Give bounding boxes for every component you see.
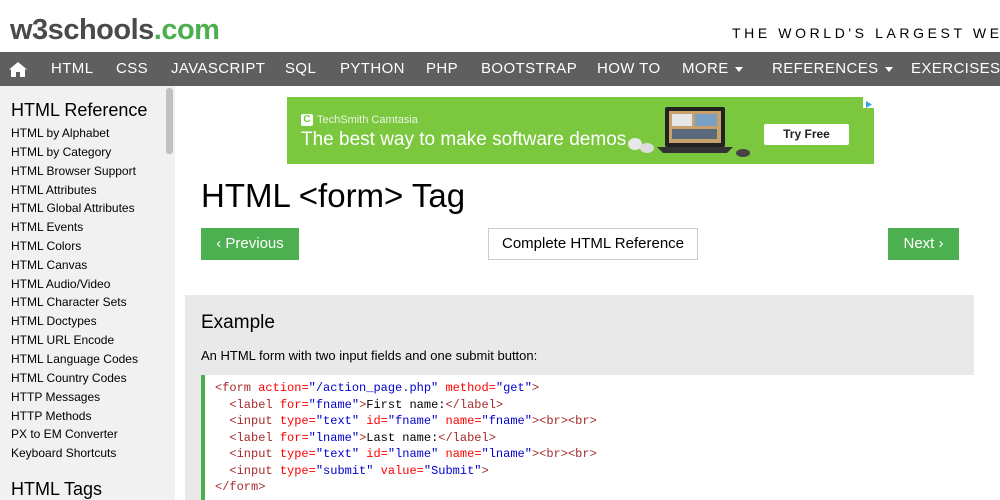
nav-php[interactable]: PHP bbox=[426, 52, 458, 86]
caret-down-icon bbox=[884, 66, 893, 72]
sidebar-link[interactable]: HTML by Alphabet bbox=[11, 126, 109, 140]
nav-css[interactable]: CSS bbox=[116, 52, 148, 86]
sidebar-link[interactable]: HTTP Methods bbox=[11, 409, 91, 423]
complete-reference-button[interactable]: Complete HTML Reference bbox=[488, 228, 698, 260]
nav-howto[interactable]: HOW TO bbox=[597, 52, 661, 86]
adchoices-icon[interactable] bbox=[863, 97, 874, 108]
sidebar-link[interactable]: HTML by Category bbox=[11, 145, 111, 159]
nav-bootstrap[interactable]: BOOTSTRAP bbox=[481, 52, 577, 86]
next-button[interactable]: Next › bbox=[888, 228, 959, 260]
chevron-right-icon: › bbox=[938, 235, 944, 252]
page-title: HTML <form> Tag bbox=[201, 177, 466, 214]
code-line: <input type="text" id="lname" name="lnam… bbox=[229, 447, 597, 461]
code-line: <input type="submit" value="Submit"> bbox=[229, 463, 489, 478]
logo-text: w3schools bbox=[10, 14, 154, 46]
sidebar: HTML Reference HTML by Alphabet HTML by … bbox=[0, 86, 175, 500]
example-title: Example bbox=[201, 312, 275, 333]
sidebar-link[interactable]: HTML Doctypes bbox=[11, 314, 97, 328]
nav-exercises[interactable]: EXERCISES bbox=[911, 52, 1000, 86]
sidebar-link[interactable]: HTML Attributes bbox=[11, 183, 97, 197]
code-block: <form action="/action_page.php" method="… bbox=[201, 375, 978, 500]
ad-brand-label: TechSmith Camtasia bbox=[317, 114, 418, 126]
laptop-illustration-icon bbox=[628, 107, 750, 157]
ad-brand: C TechSmith Camtasia bbox=[301, 114, 418, 127]
next-button-label: Next bbox=[903, 235, 935, 252]
nav-sql[interactable]: SQL bbox=[285, 52, 316, 86]
home-icon[interactable] bbox=[0, 52, 36, 86]
code-line: <form action="/action_page.php" method="… bbox=[215, 381, 540, 395]
sidebar-link[interactable]: HTTP Messages bbox=[11, 390, 100, 404]
logo-suffix: .com bbox=[153, 14, 220, 46]
main-navbar: HTML CSS JAVASCRIPT SQL PYTHON PHP BOOTS… bbox=[0, 52, 1000, 86]
code-line: <label for="lname">Last name:</label> bbox=[229, 430, 496, 445]
nav-python[interactable]: PYTHON bbox=[340, 52, 405, 86]
caret-down-icon bbox=[734, 66, 743, 72]
sidebar-title: HTML Reference bbox=[11, 100, 148, 120]
sidebar-link[interactable]: HTML Audio/Video bbox=[11, 277, 110, 291]
ad-try-free-button[interactable]: Try Free bbox=[764, 124, 849, 145]
example-description: An HTML form with two input fields and o… bbox=[201, 348, 538, 363]
w3schools-logo[interactable]: w3schools.com bbox=[10, 13, 220, 47]
code-line: <label for="fname">First name:</label> bbox=[229, 397, 504, 412]
camtasia-logo-icon: C bbox=[301, 114, 313, 127]
sidebar-section-title: HTML Tags bbox=[11, 479, 103, 499]
sidebar-link[interactable]: HTML Language Codes bbox=[11, 352, 138, 366]
ad-headline: The best way to make software demos. bbox=[301, 129, 632, 150]
slogan: THE WORLD'S LARGEST WEB DE bbox=[732, 25, 1000, 41]
nav-html[interactable]: HTML bbox=[51, 52, 93, 86]
sidebar-link[interactable]: HTML Canvas bbox=[11, 258, 87, 272]
previous-button[interactable]: ‹ Previous bbox=[201, 228, 299, 260]
sidebar-link[interactable]: HTML URL Encode bbox=[11, 333, 114, 347]
sidebar-link[interactable]: HTML Character Sets bbox=[11, 295, 127, 309]
example-box: Example An HTML form with two input fiel… bbox=[185, 295, 978, 500]
previous-button-label: Previous bbox=[225, 235, 284, 252]
ad-banner[interactable]: C TechSmith Camtasia The best way to make… bbox=[287, 97, 874, 164]
sidebar-link[interactable]: HTML Country Codes bbox=[11, 371, 127, 385]
sidebar-link[interactable]: PX to EM Converter bbox=[11, 427, 118, 441]
nav-more-dropdown[interactable]: MORE bbox=[682, 52, 743, 86]
sidebar-link[interactable]: HTML Global Attributes bbox=[11, 201, 135, 215]
nav-references-label: REFERENCES bbox=[772, 60, 879, 77]
nav-more-label: MORE bbox=[682, 60, 729, 77]
code-line: <input type="text" id="fname" name="fnam… bbox=[229, 414, 597, 428]
nav-references-dropdown[interactable]: REFERENCES bbox=[772, 52, 893, 86]
nav-javascript[interactable]: JAVASCRIPT bbox=[171, 52, 265, 86]
sidebar-link[interactable]: HTML Colors bbox=[11, 239, 81, 253]
top-header: w3schools.com THE WORLD'S LARGEST WEB DE bbox=[0, 0, 1000, 52]
sidebar-link[interactable]: HTML Events bbox=[11, 220, 83, 234]
code-line: </form> bbox=[215, 480, 266, 494]
sidebar-link[interactable]: HTML Browser Support bbox=[11, 164, 136, 178]
chevron-left-icon: ‹ bbox=[216, 235, 222, 252]
sidebar-link[interactable]: Keyboard Shortcuts bbox=[11, 446, 116, 460]
sidebar-scrollbar[interactable] bbox=[166, 88, 173, 154]
